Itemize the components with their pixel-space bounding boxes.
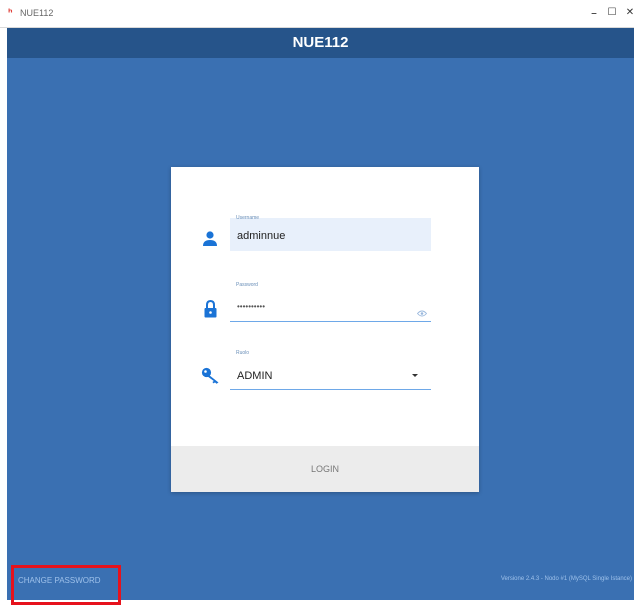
user-icon	[203, 231, 217, 251]
login-card: Username adminnue Password •••••••••• Ru…	[171, 167, 479, 492]
maximize-button[interactable]: ☐	[602, 4, 622, 22]
minimize-button[interactable]: –	[584, 4, 604, 22]
highlight-box	[11, 565, 121, 605]
app-icon: ʰ	[8, 8, 13, 19]
version-text: Versione 2.4.3 - Nodo #1 (MySQL Single I…	[500, 576, 632, 582]
app-title: NUE112	[292, 34, 349, 51]
window-title: NUE112	[20, 8, 54, 18]
login-button[interactable]: LOGIN	[171, 446, 479, 492]
role-select[interactable]: Ruolo ADMIN	[230, 350, 431, 390]
role-value: ADMIN	[237, 370, 273, 382]
username-label: Username	[236, 215, 260, 221]
window-titlebar: ʰ NUE112 – ☐ ✕	[0, 0, 634, 28]
caret-down-icon[interactable]	[412, 374, 418, 377]
username-field[interactable]: Username adminnue	[230, 215, 431, 251]
eye-icon[interactable]	[416, 304, 428, 322]
role-label: Ruolo	[236, 350, 250, 356]
username-value: adminnue	[237, 230, 286, 242]
password-value: ••••••••••	[237, 302, 266, 311]
password-label: Password	[236, 282, 258, 288]
password-field[interactable]: Password ••••••••••	[230, 282, 431, 322]
key-icon	[201, 367, 220, 388]
app-header: NUE112	[7, 28, 634, 58]
lock-icon	[204, 299, 217, 322]
close-button[interactable]: ✕	[620, 4, 634, 22]
